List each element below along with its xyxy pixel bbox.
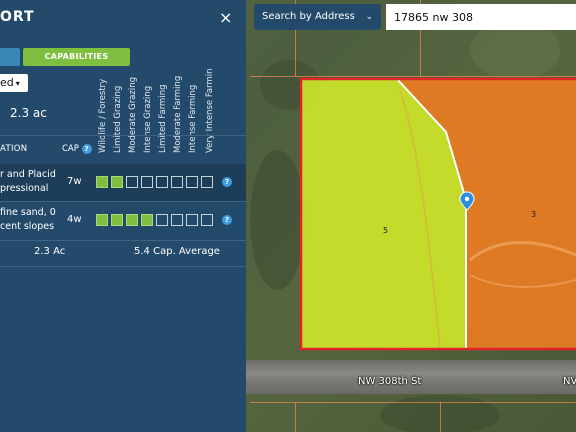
capability-box-empty — [201, 176, 213, 188]
filter-dropdown[interactable]: ed ▾ — [0, 74, 28, 92]
soil-name-line: r and Placid — [0, 169, 56, 180]
caret-down-icon: ▾ — [15, 79, 20, 88]
cap-class: 4w — [67, 214, 82, 225]
col-header: Intense Grazing — [143, 85, 153, 153]
tab-soils[interactable] — [0, 48, 20, 66]
divider — [0, 240, 246, 241]
soil-name-line: fine sand, 0 — [0, 207, 56, 218]
soil-name: r and Placid pressional — [0, 168, 56, 196]
capability-box-empty — [156, 214, 168, 226]
help-icon[interactable]: ? — [222, 177, 232, 187]
col-header: Limited Farming — [158, 84, 168, 154]
help-icon[interactable]: ? — [222, 215, 232, 225]
capability-boxes — [96, 214, 216, 226]
divider — [0, 266, 246, 267]
capability-boxes — [96, 176, 216, 188]
parcel-label-3[interactable]: 3 — [531, 210, 536, 219]
chevron-down-icon: ⌄ — [365, 12, 373, 22]
panel-title: ORT — [0, 9, 35, 25]
cap-class: 7w — [67, 176, 82, 187]
capability-box-filled — [141, 214, 153, 226]
soil-name-line: cent slopes — [0, 221, 55, 232]
capability-box-filled — [96, 214, 108, 226]
capability-box-filled — [96, 176, 108, 188]
help-icon[interactable]: ? — [81, 144, 92, 154]
capability-box-filled — [111, 176, 123, 188]
search-type-label: Search by Address — [262, 11, 355, 22]
capability-box-empty — [141, 176, 153, 188]
capability-box-empty — [186, 214, 198, 226]
capability-box-filled — [111, 214, 123, 226]
col-header: Limited Grazing — [113, 85, 123, 153]
divider — [0, 135, 246, 136]
header-location: ATION — [0, 144, 28, 154]
col-header: Intense Farming — [188, 84, 198, 153]
capability-box-empty — [156, 176, 168, 188]
parcel-label-5[interactable]: 5 — [383, 226, 388, 235]
capability-box-filled — [126, 214, 138, 226]
table-row[interactable]: fine sand, 0 cent slopes 4w ? — [0, 202, 246, 239]
soil-report-panel: ORT × CAPABILITIES ed ▾ 2.3 ac Wildlife /… — [0, 0, 246, 432]
tab-capabilities[interactable]: CAPABILITIES — [23, 48, 130, 66]
table-row[interactable]: r and Placid pressional 7w ? — [0, 164, 246, 201]
col-header: Wildlife / Forestry — [98, 78, 108, 153]
soil-name: fine sand, 0 cent slopes — [0, 206, 56, 234]
header-cap: CAP ? — [62, 144, 92, 154]
filter-dropdown-value: ed — [0, 76, 14, 89]
capability-box-empty — [171, 214, 183, 226]
col-header: Moderate Farming — [173, 75, 183, 153]
capability-box-empty — [186, 176, 198, 188]
capability-box-empty — [126, 176, 138, 188]
address-search-input[interactable] — [386, 4, 576, 30]
col-header: Very Intense Farmin — [205, 68, 215, 153]
col-header: Moderate Grazing — [128, 76, 138, 153]
close-icon[interactable]: × — [219, 8, 232, 27]
totals-acres: 2.3 Ac — [34, 246, 66, 257]
capability-box-empty — [171, 176, 183, 188]
total-acres: 2.3 ac — [10, 106, 47, 120]
totals-average: 5.4 Cap. Average — [134, 246, 220, 257]
capability-box-empty — [201, 214, 213, 226]
soil-name-line: pressional — [0, 183, 49, 194]
header-cap-label: CAP — [62, 144, 79, 154]
search-type-dropdown[interactable]: Search by Address ⌄ — [254, 4, 381, 30]
